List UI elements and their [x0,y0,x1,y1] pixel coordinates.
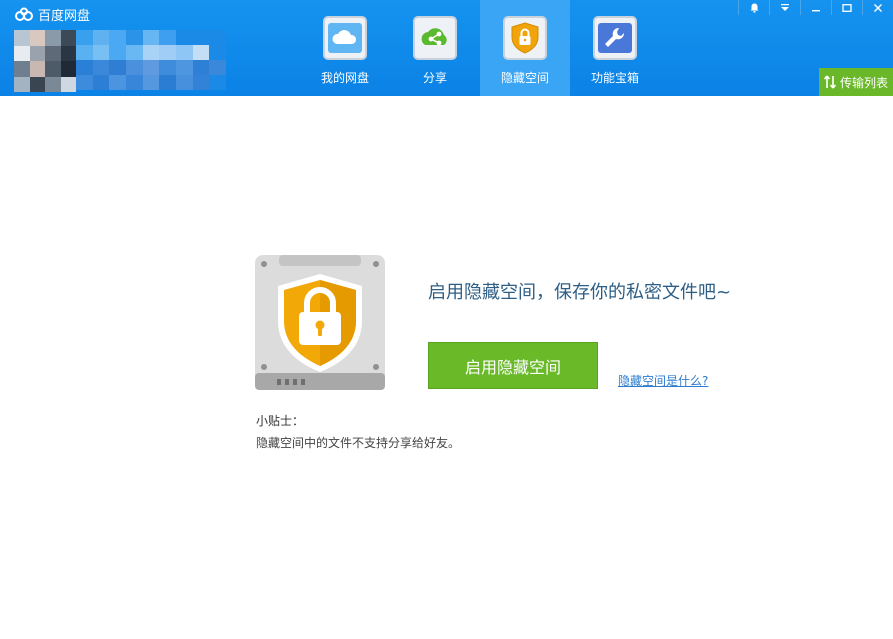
safe-illustration [255,255,385,390]
transfer-label: 传输列表 [840,75,889,90]
tab-icon-box [413,16,457,60]
transfer-list-button[interactable]: 传输列表 [819,68,893,96]
tab-icon-box [593,16,637,60]
window-controls [738,0,893,15]
tab-icon-box [323,16,367,60]
tab-label: 分享 [422,71,447,85]
wrench-icon [598,23,632,53]
close-icon[interactable] [862,0,893,15]
tab-my-netdisk[interactable]: 我的网盘 [300,0,390,96]
baidu-cloud-icon [15,7,33,21]
tab-share[interactable]: 分享 [390,0,480,96]
share-icon [421,28,447,46]
cloud-icon [328,23,362,53]
app-logo: 百度网盘 [14,5,90,24]
minimize-icon[interactable] [800,0,831,15]
shield-lock-icon [511,22,539,54]
what-is-hidden-space-link[interactable]: 隐藏空间是什么? [618,372,708,389]
avatar[interactable] [14,30,76,92]
tab-icon-box [503,16,547,60]
tab-label: 功能宝箱 [590,71,639,85]
maximize-icon[interactable] [831,0,862,15]
username-area[interactable] [76,30,226,90]
headline: 启用隐藏空间，保存你的私密文件吧~ [428,282,732,303]
tab-hidden-space[interactable]: 隐藏空间 [480,0,570,96]
app-title: 百度网盘 [38,9,91,24]
tip-title: 小贴士： [256,414,305,428]
enable-hidden-space-button[interactable]: 启用隐藏空间 [428,342,598,389]
transfer-arrows-icon [824,75,836,89]
main-nav: 我的网盘 分享 隐藏空间 功能宝箱 [300,0,660,96]
bell-icon[interactable] [738,0,769,15]
tip-text: 隐藏空间中的文件不支持分享给好友。 [256,436,461,450]
title-bar: 百度网盘 我的网盘 分享 隐藏空间 功能宝箱 传输列表 [0,0,893,96]
tab-toolbox[interactable]: 功能宝箱 [570,0,660,96]
safe-shield-lock-icon [255,255,385,390]
dropdown-icon[interactable] [769,0,800,15]
tab-label: 我的网盘 [320,71,369,85]
tab-label: 隐藏空间 [500,71,549,85]
